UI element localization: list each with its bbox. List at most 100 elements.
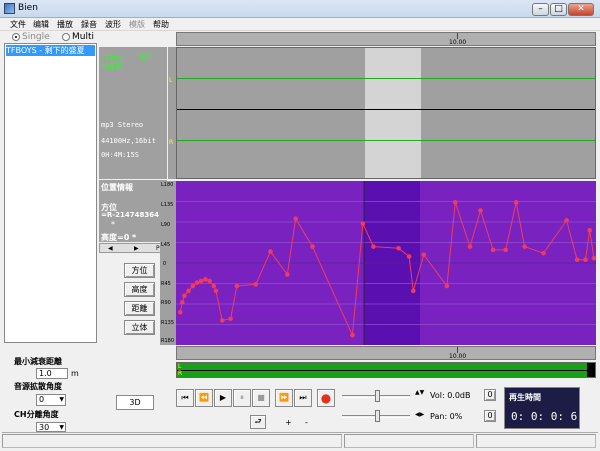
menu-play[interactable]: 播放 <box>57 19 73 30</box>
ch-sep-select[interactable]: 30 ▼ <box>36 422 66 432</box>
automation-point[interactable] <box>194 280 200 285</box>
automation-point[interactable] <box>583 257 588 263</box>
minus-button[interactable]: - <box>305 418 308 427</box>
axis-tick-0: 0 <box>163 261 167 267</box>
menu-help[interactable]: 帮助 <box>153 19 169 30</box>
pause-button[interactable]: ⏸ <box>233 389 251 407</box>
spread-value: 0 <box>39 395 45 404</box>
automation-point[interactable] <box>219 318 225 323</box>
automation-point[interactable] <box>198 278 204 284</box>
automation-point[interactable] <box>203 277 208 282</box>
automation-point[interactable] <box>213 288 219 294</box>
distance-button[interactable]: 距離 <box>124 301 155 316</box>
automation-point[interactable] <box>503 247 509 253</box>
waveform-selection[interactable] <box>365 48 421 178</box>
minimize-button[interactable]: – <box>532 3 549 16</box>
automation-point[interactable] <box>350 332 355 338</box>
azimuth-button[interactable]: 方位 <box>124 263 155 278</box>
automation-point[interactable] <box>371 244 376 249</box>
mode-3d-button[interactable]: 3D <box>116 395 154 410</box>
automation-point[interactable] <box>574 257 580 263</box>
track-list[interactable]: TFBOYS - 剩下的盛夏 <box>4 43 97 343</box>
azimuth-value: =R-214748364 <box>101 211 159 219</box>
menu-template[interactable]: 模版 <box>129 19 145 30</box>
automation-point[interactable] <box>591 255 596 261</box>
pan-slider-thumb[interactable] <box>375 410 380 422</box>
first-button[interactable]: ⏮ <box>176 389 194 407</box>
close-button[interactable]: ✕ <box>568 3 594 16</box>
app-icon <box>4 3 15 14</box>
meter-r-label: R <box>178 370 183 377</box>
automation-point[interactable] <box>182 293 187 299</box>
automation-point[interactable] <box>190 283 196 289</box>
automation-point[interactable] <box>513 200 519 205</box>
automation-point[interactable] <box>396 245 401 251</box>
vol-label: Vol: 0.0dB <box>430 391 471 400</box>
single-radio[interactable] <box>12 33 20 41</box>
menu-waveform[interactable]: 波形 <box>105 19 121 30</box>
file-duration: 0H:4M:15S <box>101 151 139 159</box>
azimuth-cont: * <box>111 220 115 229</box>
automation-point[interactable] <box>411 288 416 294</box>
maximize-button[interactable]: □ <box>550 3 567 16</box>
automation-point[interactable] <box>177 309 183 315</box>
stop-button[interactable]: ■ <box>252 389 270 407</box>
multi-radio[interactable] <box>62 33 70 41</box>
vol-reset-button[interactable]: 0 <box>484 389 496 401</box>
position-scrollbar[interactable]: ◀ ▶ P <box>99 243 167 253</box>
waveform-line-r <box>177 140 595 141</box>
last-button[interactable]: ⏭ <box>294 389 312 407</box>
waveform-view[interactable] <box>176 47 596 179</box>
scroll-left-icon[interactable]: ◀ <box>108 245 113 252</box>
automation-point[interactable] <box>211 283 217 289</box>
automation-point[interactable] <box>253 282 259 287</box>
automation-point[interactable] <box>564 218 569 223</box>
automation-point[interactable] <box>522 244 527 249</box>
position-info-panel: 位置情報 方位 =R-214748364 * 高度=0 * <box>99 180 167 242</box>
automation-point[interactable] <box>186 288 191 294</box>
automation-point[interactable] <box>406 254 412 259</box>
meter-l-label: L <box>178 363 182 370</box>
automation-point[interactable] <box>453 200 458 205</box>
ch-sep-label: CH分離角度 <box>14 410 59 419</box>
automation-point[interactable] <box>444 283 450 289</box>
automation-point[interactable] <box>293 216 298 222</box>
automation-point[interactable] <box>310 244 315 249</box>
automation-point[interactable] <box>490 247 496 253</box>
menu-file[interactable]: 文件 <box>10 19 26 30</box>
plus-button[interactable]: + <box>285 418 292 427</box>
next-button[interactable]: ⏩ <box>275 389 293 407</box>
pan-reset-button[interactable]: 0 <box>484 410 496 422</box>
scroll-right-icon[interactable]: ▶ <box>134 245 139 252</box>
automation-point[interactable] <box>360 221 366 226</box>
play-button[interactable]: ▶ <box>214 389 232 407</box>
vol-slider-thumb[interactable] <box>375 390 380 402</box>
loop-button[interactable]: ⮐ <box>250 415 266 429</box>
prev-button[interactable]: ⏪ <box>195 389 213 407</box>
automation-lane[interactable] <box>176 181 596 345</box>
vol-spin-icon[interactable]: ▲▼ <box>415 389 424 396</box>
record-button[interactable]: ● <box>317 389 335 407</box>
automation-point[interactable] <box>285 272 290 277</box>
axis-tick-r90: R90 <box>161 300 171 306</box>
automation-point[interactable] <box>421 252 427 258</box>
track-item-selected[interactable]: TFBOYS - 剩下的盛夏 <box>6 45 95 56</box>
position-title: 位置情報 <box>101 183 133 192</box>
pan-spin-icon[interactable]: ◀▶ <box>415 411 424 418</box>
spread-select[interactable]: 0 ▼ <box>36 394 66 406</box>
automation-point[interactable] <box>234 283 240 289</box>
automation-point[interactable] <box>207 278 212 284</box>
automation-point[interactable] <box>587 227 592 233</box>
menu-record[interactable]: 録音 <box>81 19 97 30</box>
automation-point[interactable] <box>268 249 273 254</box>
automation-point[interactable] <box>228 316 233 322</box>
automation-point[interactable] <box>467 244 473 249</box>
body-button[interactable]: 立体 <box>124 320 155 335</box>
min-decay-input[interactable]: 1.0 <box>36 368 68 379</box>
height-button[interactable]: 高度 <box>124 282 155 297</box>
automation-point[interactable] <box>180 300 185 305</box>
axis-tick-r135: R135 <box>161 320 175 326</box>
automation-point[interactable] <box>478 208 483 213</box>
menu-edit[interactable]: 编辑 <box>33 19 49 30</box>
automation-point[interactable] <box>541 250 546 256</box>
